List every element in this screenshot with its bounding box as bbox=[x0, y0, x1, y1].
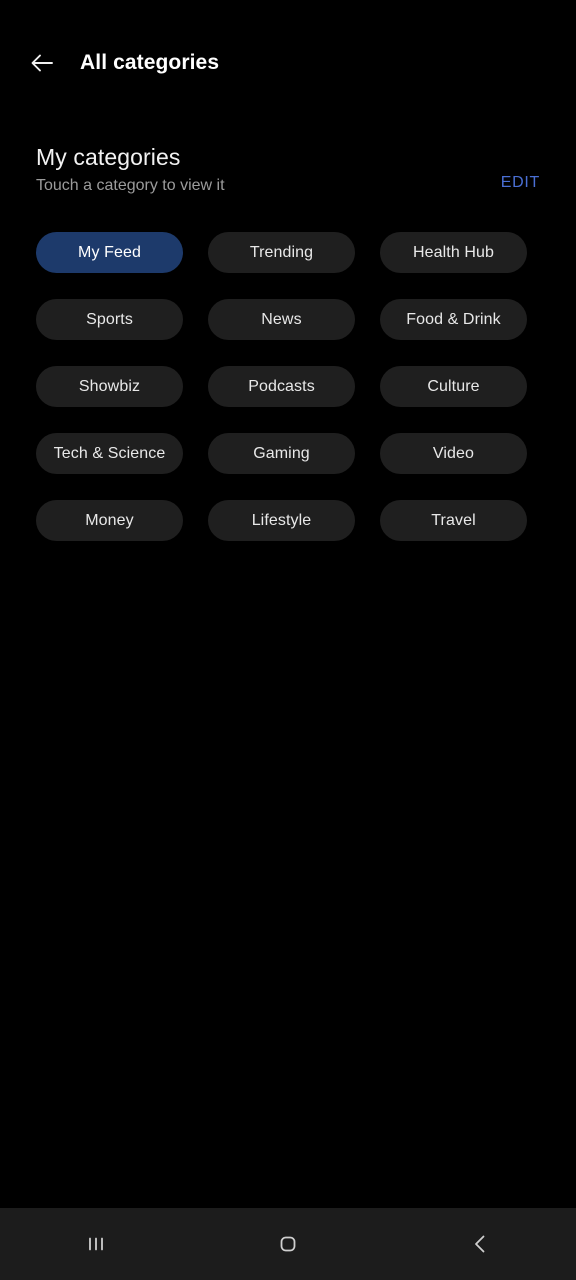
category-grid: My Feed Trending Health Hub Sports News Food … bbox=[36, 232, 528, 541]
category-chip[interactable]: Health Hub bbox=[380, 232, 527, 273]
category-chip[interactable]: Money bbox=[36, 500, 183, 541]
home-button[interactable] bbox=[192, 1208, 384, 1280]
back-button[interactable] bbox=[14, 35, 70, 91]
category-chip[interactable]: Showbiz bbox=[36, 366, 183, 407]
category-chip[interactable]: Trending bbox=[208, 232, 355, 273]
section-header: My categories Touch a category to view i… bbox=[0, 144, 576, 210]
category-chip[interactable]: My Feed bbox=[36, 232, 183, 273]
back-chevron-icon bbox=[467, 1231, 493, 1257]
category-chip[interactable]: Gaming bbox=[208, 433, 355, 474]
category-chip[interactable]: News bbox=[208, 299, 355, 340]
section-subtitle: Touch a category to view it bbox=[36, 177, 225, 194]
category-chip[interactable]: Sports bbox=[36, 299, 183, 340]
recents-button[interactable] bbox=[0, 1208, 192, 1280]
category-chip[interactable]: Tech & Science bbox=[36, 433, 183, 474]
category-chip[interactable]: Video bbox=[380, 433, 527, 474]
system-back-button[interactable] bbox=[384, 1208, 576, 1280]
app-header: All categories bbox=[0, 0, 576, 126]
edit-button[interactable]: EDIT bbox=[501, 174, 540, 192]
category-chip[interactable]: Food & Drink bbox=[380, 299, 527, 340]
page-title: All categories bbox=[80, 51, 220, 74]
category-chip[interactable]: Culture bbox=[380, 366, 527, 407]
system-navigation-bar bbox=[0, 1208, 576, 1280]
category-chip[interactable]: Podcasts bbox=[208, 366, 355, 407]
home-icon bbox=[275, 1231, 301, 1257]
category-chip[interactable]: Lifestyle bbox=[208, 500, 355, 541]
recents-icon bbox=[83, 1231, 109, 1257]
arrow-left-icon bbox=[27, 48, 57, 78]
category-chip[interactable]: Travel bbox=[380, 500, 527, 541]
section-title: My categories bbox=[36, 144, 181, 170]
